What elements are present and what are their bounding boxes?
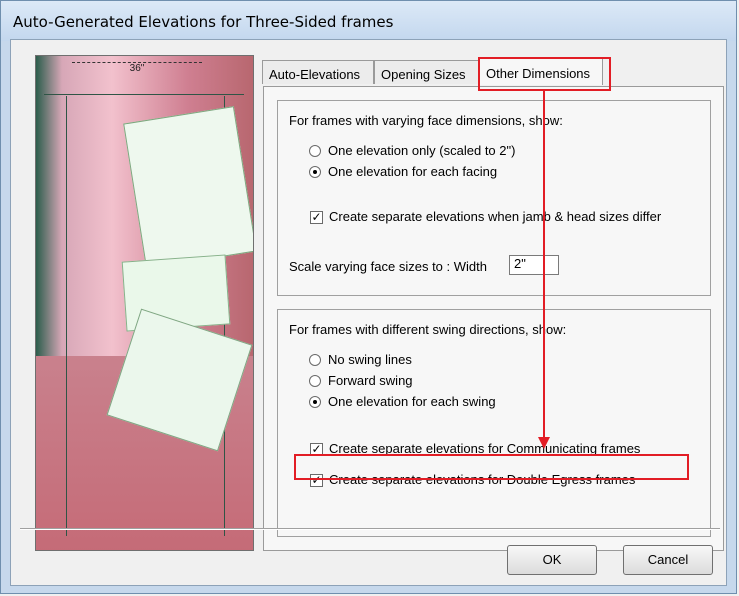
face-group-heading: For frames with varying face dimensions,… xyxy=(289,113,563,128)
other-dimensions-panel: For frames with varying face dimensions,… xyxy=(263,86,724,551)
face-dimensions-group: For frames with varying face dimensions,… xyxy=(277,100,711,296)
checkbox-highlight-box xyxy=(294,454,689,480)
button-separator xyxy=(20,528,720,530)
dialog-window: Auto-Generated Elevations for Three-Side… xyxy=(0,0,737,594)
radio-label: One elevation for each swing xyxy=(328,394,496,409)
radio-one-elevation-only[interactable] xyxy=(309,145,321,157)
dialog-client-area: 36" Auto-Elevations Opening Sizes Other … xyxy=(10,39,727,586)
preview-sheet xyxy=(123,106,253,269)
preview-header-line xyxy=(44,94,244,95)
radio-no-swing-lines[interactable] xyxy=(309,354,321,366)
preview-frame-line xyxy=(66,96,67,536)
tab-label: Auto-Elevations xyxy=(269,67,361,82)
radio-label: One elevation for each facing xyxy=(328,164,498,179)
radio-label: Forward swing xyxy=(328,373,413,388)
scale-label: Scale varying face sizes to : Width xyxy=(289,259,487,274)
annotation-arrowhead xyxy=(538,437,550,449)
width-input[interactable]: 2" xyxy=(509,255,559,275)
radio-label: One elevation only (scaled to 2") xyxy=(328,143,516,158)
radio-one-elevation-each-facing[interactable] xyxy=(309,166,321,178)
preview-dimension: 36" xyxy=(72,62,202,74)
tab-label: Opening Sizes xyxy=(381,67,466,82)
annotation-arrow-line xyxy=(543,91,545,439)
title-bar[interactable]: Auto-Generated Elevations for Three-Side… xyxy=(1,1,736,41)
tab-highlight-box xyxy=(478,57,611,91)
radio-label: No swing lines xyxy=(328,352,412,367)
checkbox-jamb-head-differ[interactable]: ✓ xyxy=(310,211,323,224)
ok-button[interactable]: OK xyxy=(507,545,597,575)
swing-directions-group: For frames with different swing directio… xyxy=(277,309,711,537)
radio-forward-swing[interactable] xyxy=(309,375,321,387)
swing-group-heading: For frames with different swing directio… xyxy=(289,322,567,337)
radio-one-elevation-each-swing[interactable] xyxy=(309,396,321,408)
elevation-preview-image: 36" xyxy=(35,55,254,551)
cancel-button[interactable]: Cancel xyxy=(623,545,713,575)
dialog-title: Auto-Generated Elevations for Three-Side… xyxy=(13,13,394,31)
checkbox-label: Create separate elevations when jamb & h… xyxy=(329,209,662,224)
tab-auto-elevations[interactable]: Auto-Elevations xyxy=(262,60,374,84)
tab-opening-sizes[interactable]: Opening Sizes xyxy=(374,60,479,84)
